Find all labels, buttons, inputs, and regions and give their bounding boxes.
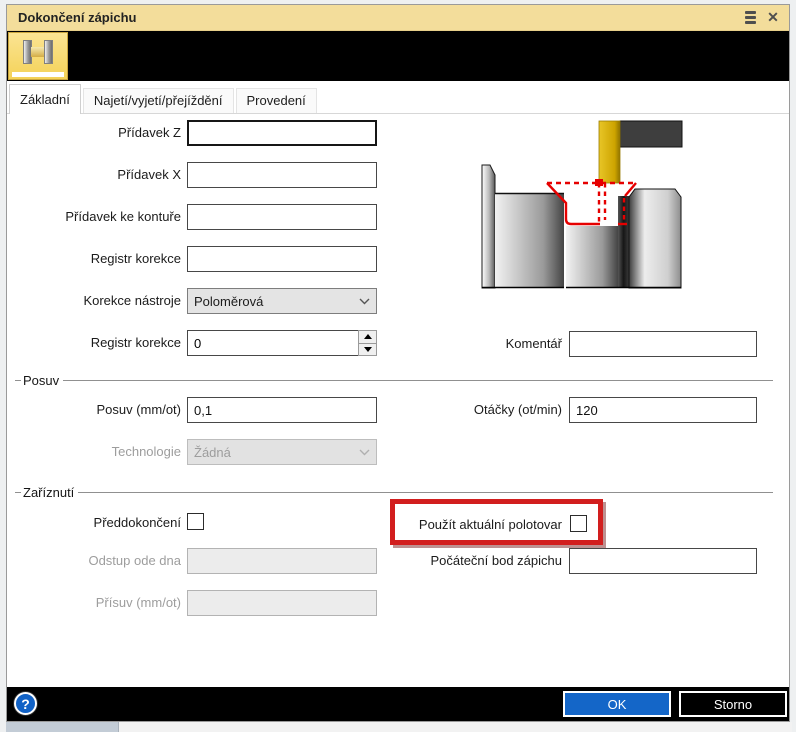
posuv-group-legend: Posuv <box>15 373 773 388</box>
otacky-input[interactable] <box>569 397 757 423</box>
pouzit-polotovar-label: Použít aktuální polotovar <box>397 517 562 532</box>
close-button[interactable]: ✕ <box>763 8 789 28</box>
spinner-down-button[interactable] <box>358 344 377 357</box>
tab-zakladni[interactable]: Základní <box>9 84 81 114</box>
help-button[interactable]: ? <box>14 692 37 715</box>
posuv-group-title: Posuv <box>21 373 63 388</box>
close-icon: ✕ <box>767 9 779 26</box>
tile-selection-underline <box>12 72 64 77</box>
arrow-down-icon <box>364 347 372 352</box>
odstup-ode-dna-input <box>187 548 377 574</box>
title-bar: Dokončení zápichu ✕ <box>7 5 789 31</box>
pocatecni-bod-label: Počáteční bod zápichu <box>392 553 562 568</box>
registr-korekce-spinner <box>187 330 377 356</box>
ok-button[interactable]: OK <box>563 691 671 717</box>
tab-provedeni[interactable]: Provedení <box>236 88 317 113</box>
pocatecni-bod-input[interactable] <box>569 548 757 574</box>
zariznuti-group-legend: Zaříznutí <box>15 485 773 500</box>
pridavek-x-input[interactable] <box>187 162 377 188</box>
korekce-nastroje-value: Poloměrová <box>194 294 359 309</box>
pridavek-x-label: Přídavek X <box>9 167 181 182</box>
prisuv-label: Přísuv (mm/ot) <box>9 595 181 610</box>
tool-banner <box>7 31 789 81</box>
posuv-mm-ot-input[interactable] <box>187 397 377 423</box>
registr-korekce-spinner-input[interactable] <box>187 330 358 356</box>
groove-preview-illustration <box>469 116 713 306</box>
korekce-nastroje-label: Korekce nástroje <box>9 293 181 308</box>
storno-button[interactable]: Storno <box>679 691 787 717</box>
background-window-segment <box>6 722 119 732</box>
dialog-title: Dokončení zápichu <box>7 10 737 25</box>
dialog-dokonceni-zapichu: Dokončení zápichu ✕ Základní Najetí/vyje… <box>6 4 790 722</box>
komentar-input[interactable] <box>569 331 757 357</box>
posuv-mm-ot-label: Posuv (mm/ot) <box>9 402 181 417</box>
tab-content-zakladni: Přídavek Z Přídavek X Přídavek ke kontuř… <box>7 114 789 721</box>
chevron-down-icon <box>359 449 370 456</box>
pridavek-z-label: Přídavek Z <box>9 125 181 140</box>
registr-korekce-label: Registr korekce <box>9 251 181 266</box>
question-mark-icon: ? <box>21 696 30 712</box>
background-window-edge <box>6 722 792 732</box>
odstup-ode-dna-label: Odstup ode dna <box>9 553 181 568</box>
registr-korekce-input[interactable] <box>187 246 377 272</box>
chevron-down-icon <box>359 298 370 305</box>
tab-strip: Základní Najetí/vyjetí/přejíždění Proved… <box>7 81 789 114</box>
footer-bar: ? OK Storno <box>7 687 789 721</box>
tab-najeti-vyjeti-prejizdeni[interactable]: Najetí/vyjetí/přejíždění <box>83 88 234 113</box>
preddokonceni-checkbox[interactable] <box>187 513 204 530</box>
pouzit-polotovar-checkbox[interactable] <box>570 515 587 532</box>
workpiece-graphic <box>482 165 681 288</box>
technologie-select: Žádná <box>187 439 377 465</box>
zariznuti-group-title: Zaříznutí <box>21 485 78 500</box>
pridavek-ke-konture-input[interactable] <box>187 204 377 230</box>
technologie-label: Technologie <box>9 444 181 459</box>
otacky-label: Otáčky (ot/min) <box>392 402 562 417</box>
prisuv-input <box>187 590 377 616</box>
technologie-value: Žádná <box>194 445 359 460</box>
selected-tool-tile[interactable] <box>8 32 68 80</box>
arrow-up-icon <box>364 334 372 339</box>
preddokonceni-label: Předdokončení <box>9 515 181 530</box>
komentar-label: Komentář <box>392 336 562 351</box>
registr-korekce2-label: Registr korekce <box>9 335 181 350</box>
pridavek-z-input[interactable] <box>187 120 377 146</box>
korekce-nastroje-select[interactable]: Poloměrová <box>187 288 377 314</box>
pridavek-ke-konture-label: Přídavek ke kontuře <box>9 209 181 224</box>
window-menu-icon[interactable] <box>737 8 763 28</box>
list-stack-icon <box>745 11 756 24</box>
tool-graphic <box>599 121 682 183</box>
grooving-tool-icon <box>23 40 53 64</box>
spinner-up-button[interactable] <box>358 330 377 344</box>
